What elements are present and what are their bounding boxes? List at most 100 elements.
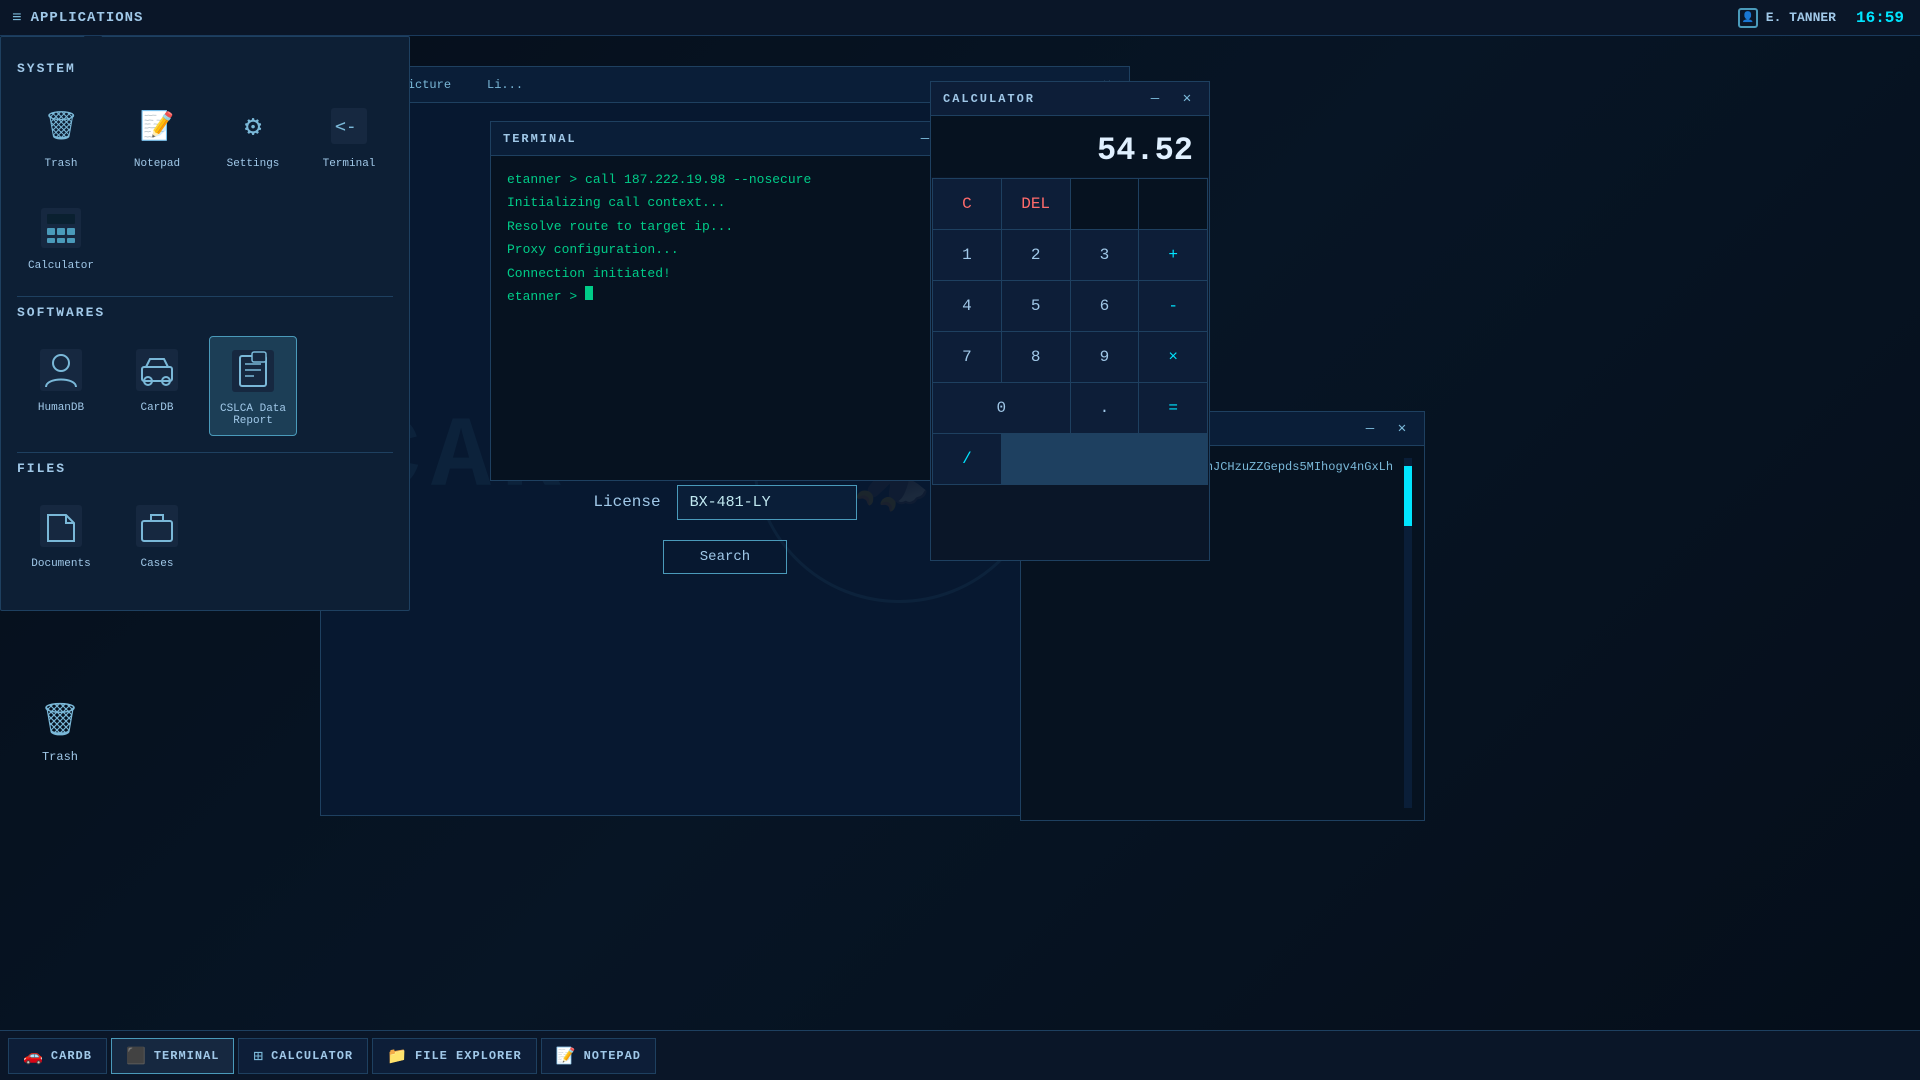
app-item-humandb[interactable]: HumanDB — [17, 336, 105, 436]
calc-btn-9[interactable]: 9 — [1071, 332, 1139, 382]
calculator-buttons: C DEL 1 2 3 + 4 5 6 - 7 8 9 × 0 . = / — [932, 178, 1208, 485]
files-section-title: Files — [17, 461, 393, 476]
topbar-right: 👤 E. TANNER 16:59 — [1738, 8, 1920, 28]
calculator-window: CALCULATOR — ✕ 54.52 C DEL 1 2 3 + 4 5 6… — [930, 81, 1210, 561]
calc-btn-2[interactable]: 2 — [1002, 230, 1070, 280]
app-label-cases: Cases — [140, 558, 173, 570]
terminal-line-1: etanner > call 187.222.19.98 --nosecure — [507, 168, 963, 191]
terminal-window: TERMINAL — ✕ etanner > call 187.222.19.9… — [490, 121, 980, 481]
files-apps-row: Documents Cases — [17, 492, 393, 578]
calculator-title: CALCULATOR — [943, 92, 1035, 106]
user-icon: 👤 — [1738, 8, 1758, 28]
terminal-body[interactable]: etanner > call 187.222.19.98 --nosecure … — [491, 156, 979, 480]
calculator-window-controls: — ✕ — [1145, 89, 1197, 109]
humandb-icon — [35, 344, 87, 396]
calc-btn-5[interactable]: 5 — [1002, 281, 1070, 331]
calc-btn-1[interactable]: 1 — [933, 230, 1001, 280]
notepad-minimize-btn[interactable]: — — [1360, 419, 1380, 439]
app-item-documents[interactable]: Documents — [17, 492, 105, 578]
terminal-line-2: Initializing call context... — [507, 191, 963, 214]
terminal-line-5: Connection initiated! — [507, 262, 963, 285]
calc-btn-0[interactable]: 0 — [933, 383, 1070, 433]
calc-btn-equals[interactable]: = — [1139, 383, 1207, 433]
system-apps-row2: Calculator — [17, 194, 393, 280]
notepad-scrollbar[interactable] — [1404, 458, 1412, 808]
app-item-cardb[interactable]: CarDB — [113, 336, 201, 436]
calculator-taskbar-label: CALCULATOR — [271, 1049, 353, 1063]
file-explorer-taskbar-icon: 📁 — [387, 1046, 407, 1066]
calculator-display: 54.52 — [931, 116, 1209, 177]
taskbar-item-terminal[interactable]: ⬛ TERMINAL — [111, 1038, 235, 1074]
calculator-header: CALCULATOR — ✕ — [931, 82, 1209, 116]
notepad-scrollbar-thumb[interactable] — [1404, 466, 1412, 526]
divider-2 — [17, 452, 393, 453]
app-item-settings[interactable]: ⚙ Settings — [209, 92, 297, 178]
terminal-taskbar-label: TERMINAL — [154, 1049, 220, 1063]
desktop: System 🗑 Trash 📝 Notepad ⚙ Settings <- T… — [0, 36, 1920, 1030]
divider-1 — [17, 296, 393, 297]
app-item-calculator[interactable]: Calculator — [17, 194, 105, 280]
app-item-trash[interactable]: 🗑 Trash — [17, 92, 105, 178]
terminal-icon: <- — [323, 100, 375, 152]
calculator-close-btn[interactable]: ✕ — [1177, 89, 1197, 109]
calc-btn-6[interactable]: 6 — [1071, 281, 1139, 331]
calc-btn-del[interactable]: DEL — [1002, 179, 1070, 229]
system-section-title: System — [17, 61, 393, 76]
calculator-taskbar-icon: ⊞ — [253, 1046, 263, 1066]
taskbar-item-calculator[interactable]: ⊞ CALCULATOR — [238, 1038, 368, 1074]
app-label-notepad: Notepad — [134, 158, 180, 170]
calculator-minimize-btn[interactable]: — — [1145, 89, 1165, 109]
cases-icon — [131, 500, 183, 552]
calc-btn-dot[interactable]: . — [1071, 383, 1139, 433]
calc-btn-4[interactable]: 4 — [933, 281, 1001, 331]
taskbar-item-cardb[interactable]: 🚗 CARDB — [8, 1038, 107, 1074]
system-apps-row: 🗑 Trash 📝 Notepad ⚙ Settings <- Terminal — [17, 92, 393, 178]
terminal-header: TERMINAL — ✕ — [491, 122, 979, 156]
app-item-cslca[interactable]: CSLCA Data Report — [209, 336, 297, 436]
trash-desktop-icon: 🗑 — [36, 696, 84, 744]
terminal-line-4: Proxy configuration... — [507, 238, 963, 261]
cardb-icon — [131, 344, 183, 396]
calc-btn-divide[interactable]: / — [933, 434, 1001, 484]
calc-btn-7[interactable]: 7 — [933, 332, 1001, 382]
topbar-title: APPLICATIONS — [31, 10, 144, 26]
user-badge: 👤 E. TANNER — [1738, 8, 1836, 28]
terminal-taskbar-icon: ⬛ — [126, 1046, 146, 1066]
terminal-line-3: Resolve route to target ip... — [507, 215, 963, 238]
calc-btn-c[interactable]: C — [933, 179, 1001, 229]
calc-btn-multiply[interactable]: × — [1139, 332, 1207, 382]
applications-menu: System 🗑 Trash 📝 Notepad ⚙ Settings <- T… — [0, 36, 410, 611]
app-item-cases[interactable]: Cases — [113, 492, 201, 578]
file-explorer-taskbar-label: FILE EXPLORER — [415, 1049, 522, 1063]
calc-btn-empty1 — [1071, 179, 1139, 229]
notepad-taskbar-icon: 📝 — [556, 1046, 576, 1066]
username-label: E. TANNER — [1766, 10, 1836, 25]
cardb-license-label: License — [593, 493, 660, 511]
cardb-form: License Search — [593, 485, 856, 574]
cardb-taskbar-label: CARDB — [51, 1049, 92, 1063]
settings-icon: ⚙ — [227, 100, 279, 152]
cardb-tab-li[interactable]: Li... — [477, 74, 533, 96]
trash-icon: 🗑 — [35, 100, 87, 152]
app-label-humandb: HumanDB — [38, 402, 84, 414]
app-item-terminal[interactable]: <- Terminal — [305, 92, 393, 178]
applications-menu-button[interactable]: ≡ APPLICATIONS — [0, 9, 143, 27]
app-label-settings: Settings — [227, 158, 280, 170]
calculator-icon — [35, 202, 87, 254]
terminal-cursor — [585, 286, 593, 300]
clock: 16:59 — [1856, 9, 1904, 27]
svg-text:<-: <- — [335, 116, 357, 137]
calc-btn-empty2 — [1139, 179, 1207, 229]
notepad-close-btn[interactable]: ✕ — [1392, 419, 1412, 439]
cardb-license-input[interactable] — [677, 485, 857, 520]
calc-btn-minus[interactable]: - — [1139, 281, 1207, 331]
taskbar-item-notepad[interactable]: 📝 NOTEPAD — [541, 1038, 656, 1074]
calc-btn-8[interactable]: 8 — [1002, 332, 1070, 382]
softwares-section-title: Softwares — [17, 305, 393, 320]
calc-btn-plus[interactable]: + — [1139, 230, 1207, 280]
taskbar-item-file-explorer[interactable]: 📁 FILE EXPLORER — [372, 1038, 537, 1074]
calc-btn-3[interactable]: 3 — [1071, 230, 1139, 280]
app-item-notepad[interactable]: 📝 Notepad — [113, 92, 201, 178]
cardb-search-button[interactable]: Search — [663, 540, 787, 574]
desktop-trash-icon[interactable]: 🗑 Trash — [20, 696, 100, 764]
